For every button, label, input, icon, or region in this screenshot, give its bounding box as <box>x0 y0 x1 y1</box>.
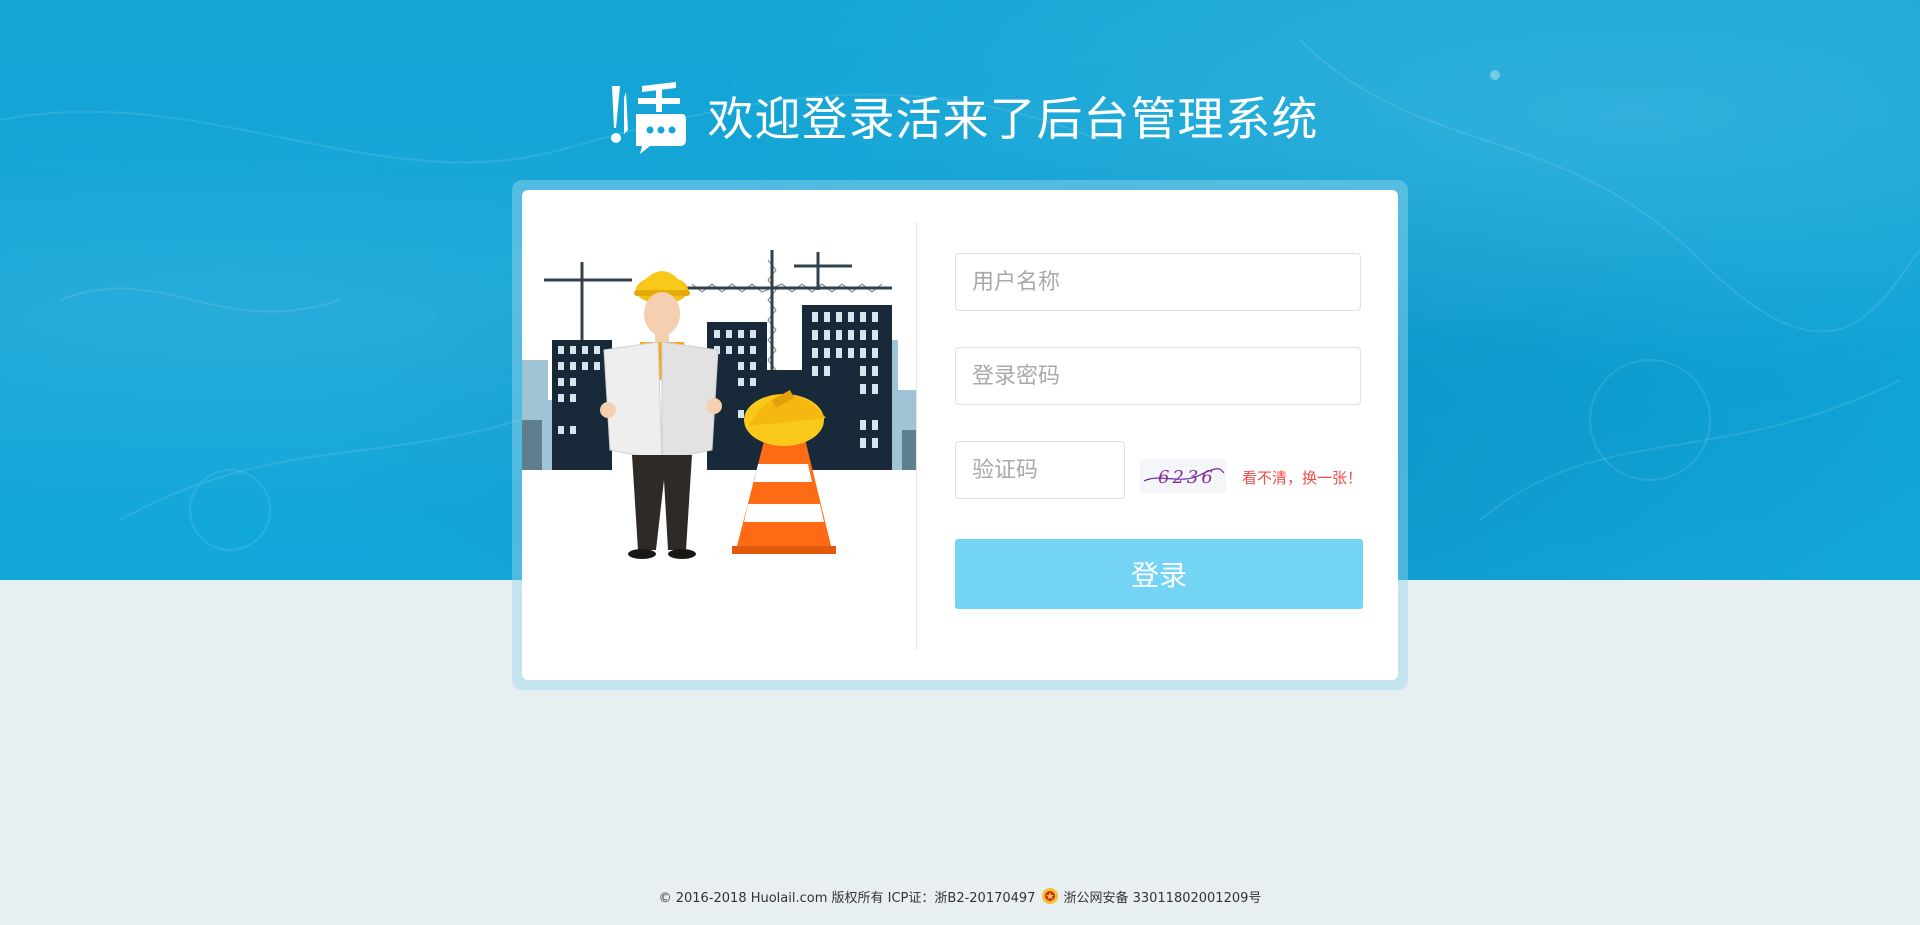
captcha-text: 6236 <box>1158 467 1216 488</box>
captcha-image[interactable]: 6236 <box>1140 459 1226 493</box>
password-field[interactable] <box>955 347 1361 405</box>
username-input[interactable] <box>956 254 1360 310</box>
captcha-field[interactable] <box>955 441 1125 499</box>
password-input[interactable] <box>956 348 1360 404</box>
page-title: 欢迎登录活来了后台管理系统 <box>707 92 1319 146</box>
public-security-badge-icon <box>1042 888 1059 904</box>
footer-police-record-link[interactable]: 浙公网安备 33011802001209号 <box>1063 887 1261 906</box>
traffic-cone <box>732 390 836 554</box>
captcha-input[interactable] <box>956 442 1124 498</box>
page-header: 欢迎登录活来了后台管理系统 <box>0 76 1920 156</box>
huolai-speech-logo-icon <box>610 82 686 154</box>
footer-copyright: © 2016-2018 Huolail.com 版权所有 ICP证：浙B2-20… <box>658 890 1036 906</box>
login-card: 6236 看不清，换一张！ 登录 <box>522 190 1398 680</box>
worker-figure <box>600 271 722 559</box>
page-footer: © 2016-2018 Huolail.com 版权所有 ICP证：浙B2-20… <box>0 884 1920 908</box>
card-divider <box>916 222 917 650</box>
construction-worker-illustration <box>522 250 916 559</box>
username-field[interactable] <box>955 253 1361 311</box>
login-button[interactable]: 登录 <box>955 539 1363 609</box>
captcha-refresh-link[interactable]: 看不清，换一张！ <box>1242 467 1362 488</box>
